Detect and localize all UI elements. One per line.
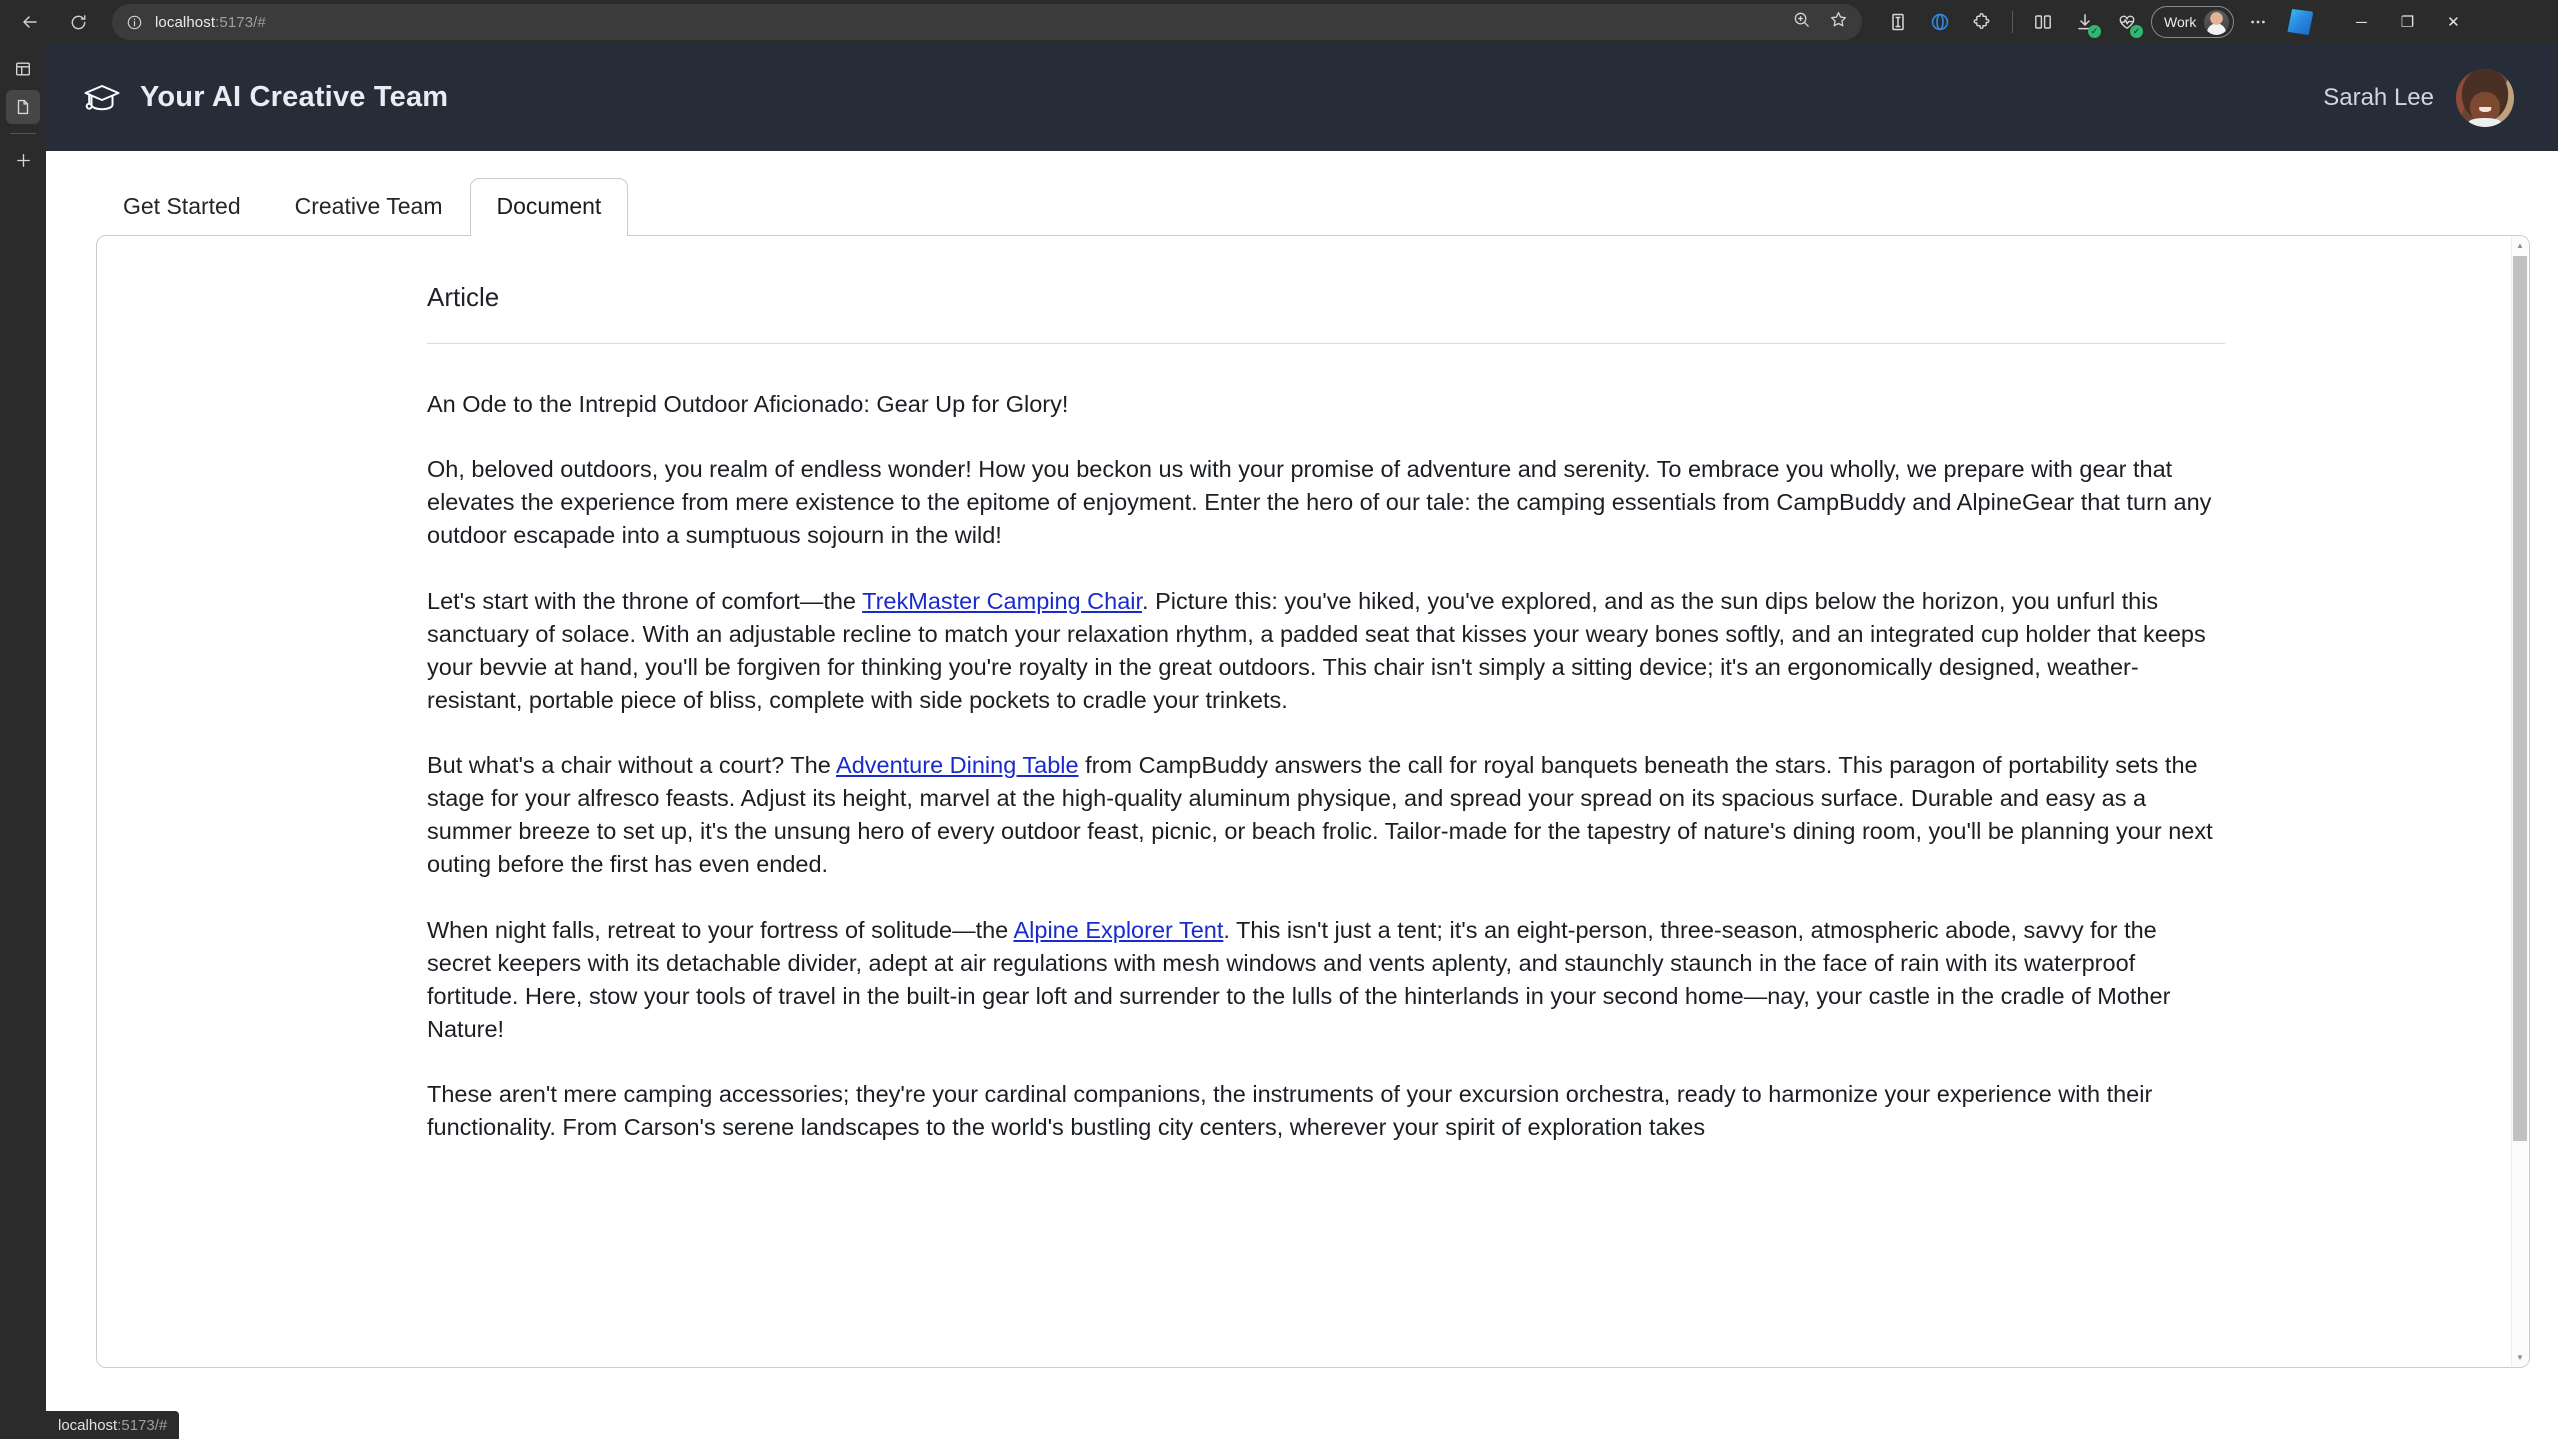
browser-essentials-icon[interactable] <box>1922 5 1958 39</box>
rail-divider <box>10 133 36 134</box>
status-host: localhost <box>58 1416 118 1434</box>
zoom-in-icon[interactable] <box>1792 10 1811 34</box>
navigation-buttons <box>0 4 100 40</box>
tab-creative-team[interactable]: Creative Team <box>268 178 470 236</box>
toolbar-divider <box>2012 11 2013 33</box>
star-icon[interactable] <box>1829 10 1848 34</box>
url-path: :5173/# <box>215 13 266 31</box>
article-paragraph: But what's a chair without a court? The … <box>427 752 2213 878</box>
document-scrollbar[interactable]: ▲ ▼ <box>2511 237 2528 1366</box>
product-link[interactable]: Alpine Explorer Tent <box>1013 917 1223 943</box>
app-title: Your AI Creative Team <box>140 81 449 113</box>
document-icon[interactable] <box>6 90 40 124</box>
minimize-button[interactable]: ─ <box>2338 4 2384 40</box>
browser-profile-button[interactable]: Work <box>2151 6 2235 38</box>
address-bar-text: localhost:5173/# <box>155 14 266 31</box>
divider <box>427 343 2225 344</box>
document-scroll-area: Article An Ode to the Intrepid Outdoor A… <box>97 236 2511 1367</box>
article-body: An Ode to the Intrepid Outdoor Aficionad… <box>427 388 2227 1144</box>
status-bar: localhost:5173/# <box>46 1411 180 1439</box>
app-brand: Your AI Creative Team <box>82 78 448 118</box>
extensions-puzzle-icon[interactable] <box>1964 5 2000 39</box>
back-arrow-icon[interactable] <box>8 4 52 40</box>
scroll-down-arrow-icon[interactable]: ▼ <box>2512 1349 2528 1366</box>
info-circle-icon[interactable] <box>126 14 143 31</box>
restore-button[interactable]: ❐ <box>2384 4 2430 40</box>
article-paragraph: Oh, beloved outdoors, you realm of endle… <box>427 456 2212 549</box>
close-button[interactable]: ✕ <box>2430 4 2476 40</box>
app-header: Your AI Creative Team Sarah Lee <box>46 44 2558 151</box>
user-name: Sarah Lee <box>2323 83 2434 111</box>
product-link[interactable]: Adventure Dining Table <box>836 752 1079 778</box>
profile-label: Work <box>2164 14 2197 30</box>
graduation-cap-icon <box>82 78 122 118</box>
article-paragraph: These aren't mere camping accessories; t… <box>427 1081 2153 1141</box>
article-paragraph: Let's start with the throne of comfort—t… <box>427 587 2206 713</box>
article-paragraph: When night falls, retreat to your fortre… <box>427 916 2171 1042</box>
reload-icon[interactable] <box>56 4 100 40</box>
url-host: localhost <box>155 13 216 31</box>
document-panel: Article An Ode to the Intrepid Outdoor A… <box>96 235 2530 1368</box>
address-bar[interactable]: localhost:5173/# <box>112 4 1862 40</box>
scroll-up-arrow-icon[interactable]: ▲ <box>2512 237 2528 254</box>
plus-icon[interactable] <box>6 143 40 177</box>
more-options-icon[interactable] <box>2240 5 2276 39</box>
window-controls: ─ ❐ ✕ <box>2338 4 2476 40</box>
address-bar-actions <box>1792 10 1848 34</box>
header-user-block[interactable]: Sarah Lee <box>2323 68 2514 127</box>
reading-list-icon[interactable] <box>1880 5 1916 39</box>
extension-toolbar: ✓ ✓ Work <box>1880 5 2318 39</box>
article-heading: An Ode to the Intrepid Outdoor Aficionad… <box>427 391 1069 417</box>
browser-toolbar: localhost:5173/# ✓ ✓ Work ─ ❐ ✕ <box>0 0 2558 44</box>
page-title: Article <box>427 282 500 312</box>
page-viewport: Your AI Creative Team Sarah Lee Get Star… <box>46 44 2558 1439</box>
health-ok-badge: ✓ <box>2130 25 2143 38</box>
browser-sidebar-rail <box>0 44 46 1439</box>
status-path: :5173/# <box>117 1416 168 1434</box>
avatar[interactable] <box>2456 68 2514 127</box>
tab-get-started[interactable]: Get Started <box>96 178 268 236</box>
scrollbar-thumb[interactable] <box>2513 256 2527 1141</box>
copilot-icon[interactable] <box>2282 5 2318 39</box>
tab-bar: Get Started Creative Team Document <box>46 151 2558 236</box>
product-link[interactable]: TrekMaster Camping Chair <box>862 588 1142 614</box>
downloads-icon[interactable]: ✓ <box>2067 5 2103 39</box>
split-screen-icon[interactable] <box>2025 5 2061 39</box>
split-screen-icon[interactable] <box>6 52 40 86</box>
profile-avatar-icon <box>2204 9 2230 35</box>
browser-health-icon[interactable]: ✓ <box>2109 5 2145 39</box>
download-complete-badge: ✓ <box>2088 25 2101 38</box>
tab-document[interactable]: Document <box>469 178 629 236</box>
